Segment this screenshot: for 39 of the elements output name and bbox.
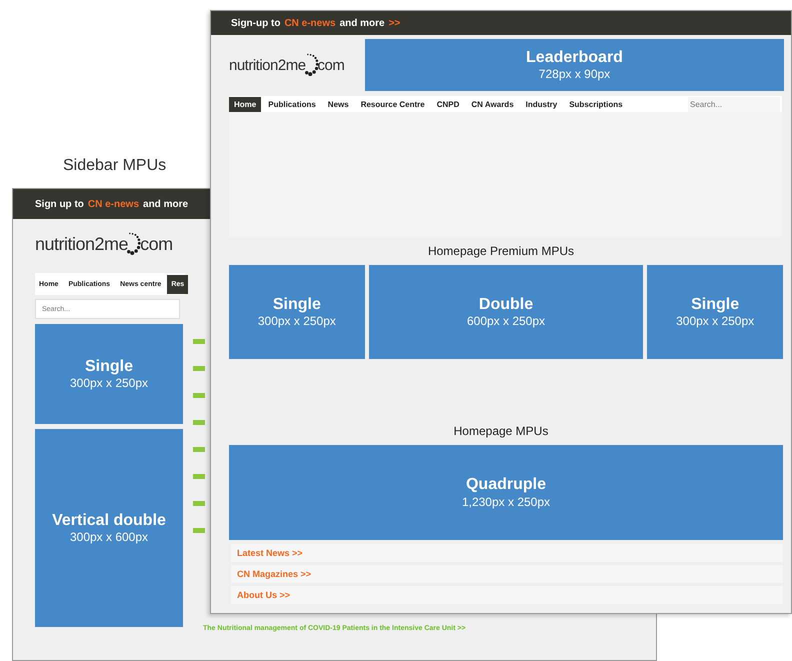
signup-text: and more: [340, 18, 385, 28]
signup-text: Sign-up to: [231, 18, 280, 28]
nav-tab[interactable]: CN Awards: [466, 96, 519, 112]
nav-tab[interactable]: CNPD: [432, 96, 464, 112]
nav-tab[interactable]: Subscriptions: [564, 96, 628, 112]
ad-title: Leaderboard: [526, 48, 623, 68]
ad-size: 300px x 250px: [676, 314, 754, 328]
nav-tab[interactable]: Industry: [520, 96, 562, 112]
ad-size: 1,230px x 250px: [462, 494, 550, 509]
ad-size: 300px x 250px: [258, 314, 336, 328]
section-caption: Sidebar MPUs: [63, 157, 166, 175]
ad-title: Vertical double: [52, 512, 166, 530]
ad-title: Single: [84, 358, 133, 376]
nav-tab[interactable]: Home: [229, 96, 262, 112]
logo-text: nutrition2me: [229, 56, 306, 74]
signup-text: Sign up to: [35, 198, 84, 210]
logo-text: nutrition2me: [35, 234, 128, 254]
section-label: Homepage Premium MPUs: [426, 243, 576, 260]
signup-arrow[interactable]: >>: [388, 18, 400, 28]
ad-size: 300px x 600px: [70, 530, 148, 544]
dot-ring-icon: [304, 52, 319, 78]
section-label: Homepage MPUs: [452, 423, 550, 440]
signup-text: and more: [143, 198, 188, 210]
search-field[interactable]: Search...: [688, 96, 780, 112]
ad-title: Single: [272, 296, 321, 314]
ad-size: 728px x 90px: [538, 67, 610, 82]
logo-text: com: [318, 56, 344, 74]
ad-title: Quadruple: [466, 476, 546, 495]
logo-text: com: [140, 234, 173, 254]
ad-size: 300px x 250px: [70, 376, 148, 390]
ad-title: Single: [691, 296, 740, 314]
nav-tab[interactable]: Publications: [263, 96, 321, 112]
dot-ring-icon: [127, 231, 142, 257]
ad-size: 600px x 250px: [466, 314, 546, 328]
nav-tab[interactable]: Resource Centre: [356, 96, 430, 112]
nav-tab[interactable]: News: [322, 96, 354, 112]
ad-title: Double: [478, 296, 534, 314]
newsletter-link[interactable]: CN e-news: [88, 198, 140, 210]
newsletter-link[interactable]: CN e-news: [284, 18, 336, 28]
